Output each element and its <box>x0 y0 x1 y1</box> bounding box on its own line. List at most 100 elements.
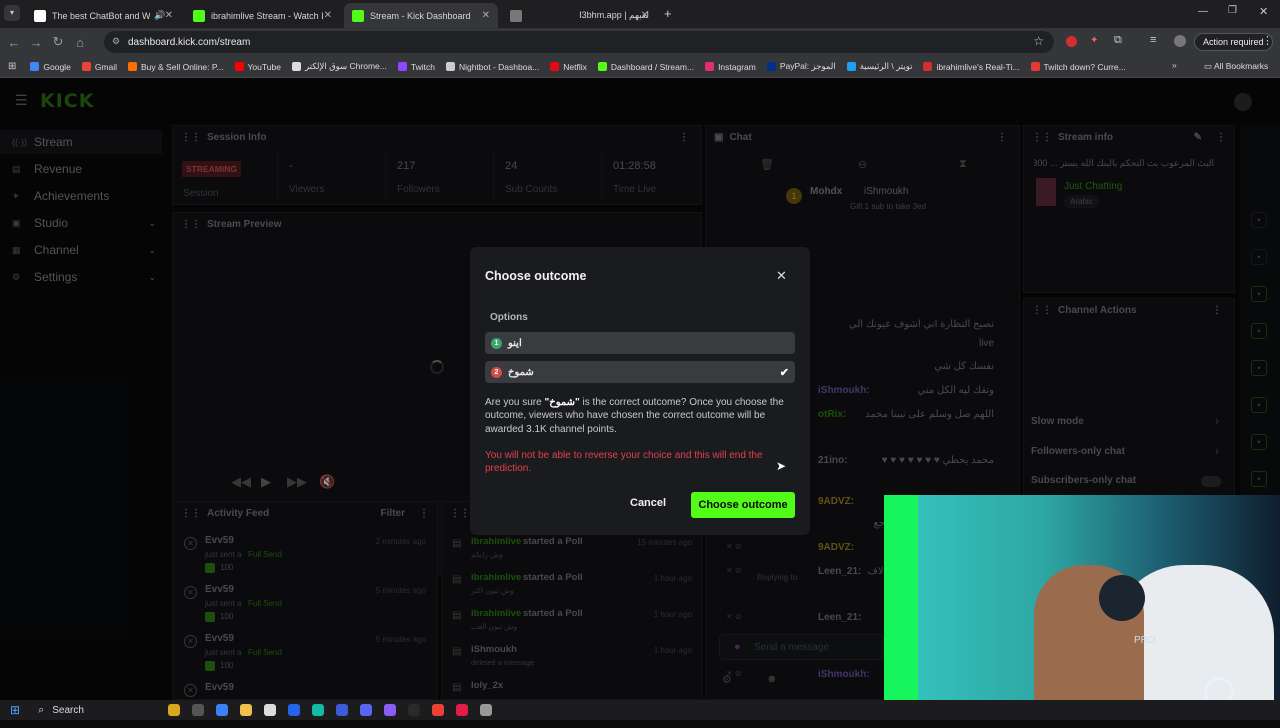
bookmark-item[interactable]: Twitch <box>397 61 435 72</box>
webcam-green-rack <box>884 495 918 720</box>
apps-grid-icon[interactable]: ⊞ <box>8 61 16 72</box>
copilot-icon[interactable] <box>216 704 229 716</box>
close-tab-icon[interactable]: ✕ <box>482 10 490 21</box>
close-icon[interactable]: ✕ <box>776 268 787 284</box>
warning-text: You will not be able to reverse your cho… <box>485 450 763 475</box>
browser-tab[interactable]: I3bhm.app | لعبهم ✕ <box>502 3 657 28</box>
bookmark-favicon-icon <box>81 62 91 71</box>
home-icon[interactable]: ⌂ <box>69 35 91 50</box>
app-icon[interactable] <box>288 704 301 716</box>
obs-icon[interactable] <box>408 704 421 716</box>
url-bar[interactable]: ⚙ dashboard.kick.com/stream ☆ <box>104 31 1054 53</box>
app-icon[interactable] <box>456 704 469 716</box>
windows-start-icon[interactable]: ⊞ <box>10 703 20 717</box>
bookmark-item[interactable]: Google <box>30 61 71 72</box>
bookmarks-bar: ⊞ Google Gmail Buy & Sell Online: P... YouT… <box>0 56 1280 78</box>
widgets-icon[interactable] <box>168 704 181 716</box>
app-icon[interactable] <box>480 704 493 716</box>
forward-icon[interactable]: → <box>25 35 47 50</box>
bookmark-favicon-icon <box>128 62 138 71</box>
option-number-badge: 2 <box>491 366 502 378</box>
address-toolbar: ← → ↻ ⌂ ⚙ dashboard.kick.com/stream ☆ ✦ … <box>0 28 1280 56</box>
confirmation-text: Are you sure "شموخ" is the correct outco… <box>485 397 784 435</box>
back-icon[interactable]: ← <box>3 35 25 50</box>
bookmark-favicon-icon <box>397 62 407 71</box>
store-icon[interactable] <box>264 704 277 716</box>
bookmark-item[interactable]: Instagram <box>705 61 756 72</box>
file-explorer-icon[interactable] <box>240 704 253 716</box>
bookmark-item[interactable]: YouTube <box>234 61 281 72</box>
media-control-icon[interactable]: ≡ <box>1150 34 1156 46</box>
bookmark-item[interactable]: Gmail <box>81 61 117 72</box>
browser-tab[interactable]: ibrahimlive Stream - Watch Liv ✕ <box>185 3 340 28</box>
outcome-option-2[interactable]: 2 شموخ ✔ <box>485 361 795 383</box>
mouse-cursor-icon: ➤ <box>776 459 787 473</box>
search-icon[interactable]: ⌕ <box>38 704 44 717</box>
reload-icon[interactable]: ↻ <box>47 34 69 50</box>
outcome-option-1[interactable]: 1 اينو <box>485 332 795 354</box>
extensions-puzzle-icon[interactable]: ⧉ <box>1114 34 1122 47</box>
profile-avatar[interactable] <box>1174 35 1186 47</box>
app-icon[interactable] <box>336 704 349 716</box>
checkmark-icon: ✔ <box>779 366 789 379</box>
bookmark-favicon-icon <box>445 62 455 71</box>
choose-outcome-modal: Choose outcome ✕ Options 1 اينو 2 شموخ ✔ Ar… <box>470 247 810 535</box>
taskbar-search[interactable]: Search <box>52 705 162 716</box>
bookmark-item[interactable]: PayPal: الموجز <box>766 61 836 72</box>
task-view-icon[interactable] <box>192 704 205 716</box>
generic-favicon-icon <box>510 9 522 22</box>
close-window-icon[interactable]: ✕ <box>1259 5 1268 18</box>
chrome-icon[interactable] <box>432 704 445 716</box>
folder-icon: ▭ <box>1204 61 1214 71</box>
all-bookmarks-folder[interactable]: ▭ All Bookmarks <box>1204 61 1268 72</box>
minimize-icon[interactable]: — <box>1198 6 1208 17</box>
bookmark-item[interactable]: Dashboard / Stream... <box>597 61 694 72</box>
close-tab-icon[interactable]: ✕ <box>324 10 332 21</box>
bookmark-favicon-icon <box>597 62 607 71</box>
cancel-button[interactable]: Cancel <box>630 497 666 509</box>
options-label: Options <box>490 312 528 323</box>
bookmark-favicon-icon <box>923 62 933 71</box>
kick-favicon-icon <box>193 9 205 22</box>
bookmark-item[interactable]: Twitch down? Curre... <box>1030 61 1126 72</box>
app-icon[interactable] <box>384 704 397 716</box>
close-tab-icon[interactable]: ✕ <box>641 10 649 21</box>
bookmark-item[interactable]: سوق الإلكتر Chrome... <box>291 61 387 72</box>
bookmark-favicon-icon <box>1030 62 1040 71</box>
chatbot-favicon-icon <box>34 9 46 22</box>
site-info-icon[interactable]: ⚙ <box>112 36 120 47</box>
discord-icon[interactable] <box>360 704 373 716</box>
browser-tab-active[interactable]: Stream - Kick Dashboard ✕ <box>344 3 498 28</box>
speaker-icon: 🔊 <box>154 10 166 20</box>
option-number-badge: 1 <box>491 337 502 349</box>
action-required-badge[interactable]: Action required <box>1194 33 1273 51</box>
webcam-headphones <box>1099 575 1145 621</box>
bookmark-item[interactable]: ibrahimlive's Real-Ti... <box>923 61 1020 72</box>
bookmark-favicon-icon <box>550 62 560 71</box>
tab-list-icon[interactable]: ▾ <box>4 5 20 21</box>
edge-icon[interactable] <box>312 704 325 716</box>
bookmark-favicon-icon <box>234 62 244 71</box>
modal-title: Choose outcome <box>485 269 587 283</box>
extension-icon[interactable] <box>1066 36 1077 47</box>
bookmark-item[interactable]: Netflix <box>550 61 587 72</box>
bookmark-item[interactable]: Buy & Sell Online: P... <box>128 61 224 72</box>
choose-outcome-button[interactable]: Choose outcome <box>691 492 795 518</box>
kick-favicon-icon <box>352 9 364 22</box>
webcam-brand: PRO <box>1134 635 1156 646</box>
bookmark-star-icon[interactable]: ☆ <box>1033 34 1044 48</box>
browser-tab-bar: ▾ The best ChatBot and Widg🔊✕ ibrahimliv… <box>0 0 1280 28</box>
restore-icon[interactable]: ❐ <box>1228 5 1237 16</box>
new-tab-icon[interactable]: + <box>664 6 672 21</box>
menu-kebab-icon[interactable]: ⋮ <box>1262 34 1273 47</box>
bookmark-favicon-icon <box>766 62 776 71</box>
windows-taskbar: ⊞ ⌕ Search <box>0 700 1280 720</box>
close-tab-icon[interactable]: ✕ <box>165 10 173 21</box>
bookmark-favicon-icon <box>846 62 856 71</box>
browser-tab[interactable]: The best ChatBot and Widg🔊✕ <box>26 3 181 28</box>
bookmark-item[interactable]: Nightbot - Dashboa... <box>445 61 539 72</box>
webcam-overlay: PRO <box>884 495 1280 720</box>
more-bookmarks-icon[interactable]: » <box>1172 60 1177 70</box>
extension-icon[interactable]: ✦ <box>1090 35 1098 46</box>
bookmark-item[interactable]: تويتر \ الرئيسية <box>846 61 912 72</box>
